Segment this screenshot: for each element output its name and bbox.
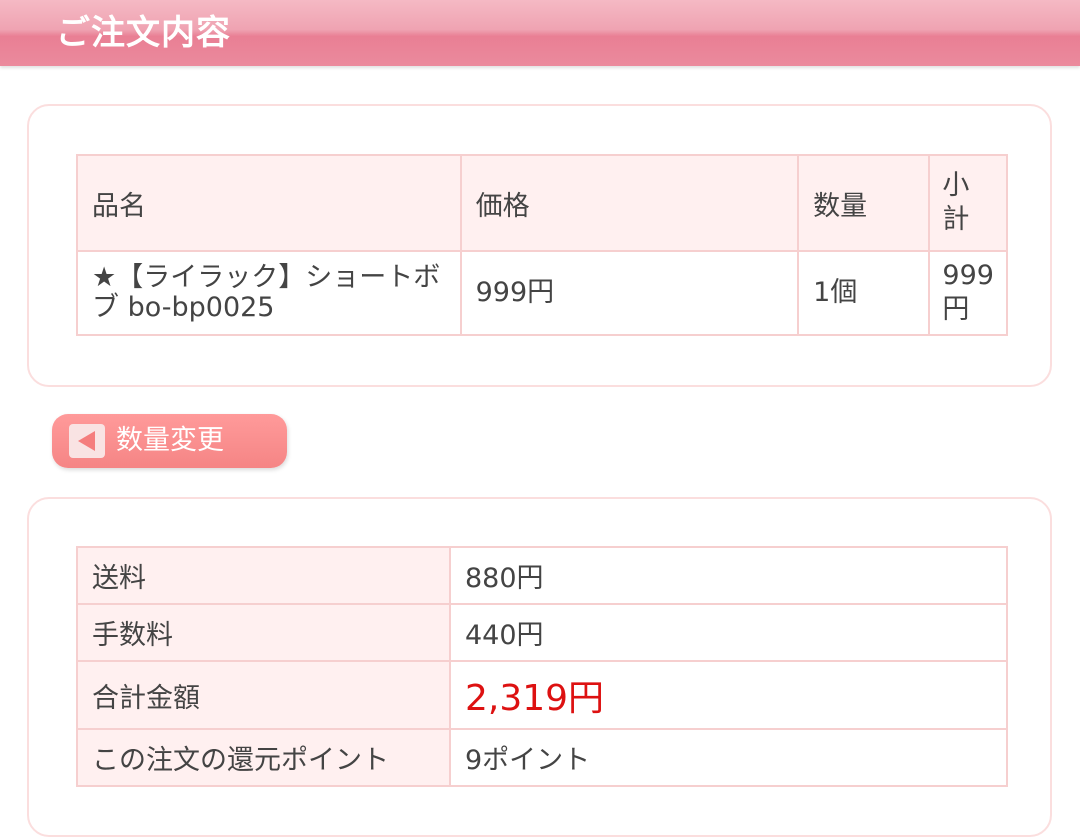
points-label: この注文の還元ポイント — [76, 728, 451, 787]
column-header-price: 価格 — [459, 154, 800, 252]
column-header-quantity: 数量 — [797, 154, 931, 252]
item-quantity: 1個 — [797, 250, 931, 336]
item-name: ★【ライラック】ショートボブ bo-bp0025 — [76, 250, 462, 336]
order-items-card: 品名 価格 数量 小計 ★【ライラック】ショートボブ bo-bp0025 999… — [27, 104, 1052, 387]
table-row: 送料 880円 — [76, 546, 1008, 605]
item-subtotal: 999円 — [928, 250, 1008, 336]
table-row: ★【ライラック】ショートボブ bo-bp0025 999円 1個 999円 — [76, 250, 1008, 336]
left-arrow-icon — [69, 424, 105, 458]
table-row: 合計金額 2,319円 — [76, 660, 1008, 730]
table-header-row: 品名 価格 数量 小計 — [76, 154, 1008, 252]
fee-value: 440円 — [449, 603, 1008, 662]
fee-label: 手数料 — [76, 603, 451, 662]
shipping-value: 880円 — [449, 546, 1008, 605]
change-quantity-button[interactable]: 数量変更 — [52, 414, 287, 468]
order-summary-table: 送料 880円 手数料 440円 合計金額 2,319円 この注文の還元ポイント… — [76, 546, 1008, 787]
table-row: この注文の還元ポイント 9ポイント — [76, 728, 1008, 787]
shipping-label: 送料 — [76, 546, 451, 605]
page-title: ご注文内容 — [56, 13, 231, 53]
column-header-name: 品名 — [76, 154, 462, 252]
order-summary-card: 送料 880円 手数料 440円 合計金額 2,319円 この注文の還元ポイント… — [27, 497, 1052, 837]
points-value: 9ポイント — [449, 728, 1008, 787]
change-quantity-label: 数量変更 — [116, 425, 224, 456]
item-price: 999円 — [459, 250, 800, 336]
order-items-table: 品名 価格 数量 小計 ★【ライラック】ショートボブ bo-bp0025 999… — [76, 154, 1008, 336]
total-label: 合計金額 — [76, 660, 451, 730]
column-header-subtotal: 小計 — [928, 154, 1008, 252]
table-row: 手数料 440円 — [76, 603, 1008, 662]
total-value: 2,319円 — [449, 660, 1008, 730]
page-header: ご注文内容 — [0, 0, 1080, 66]
